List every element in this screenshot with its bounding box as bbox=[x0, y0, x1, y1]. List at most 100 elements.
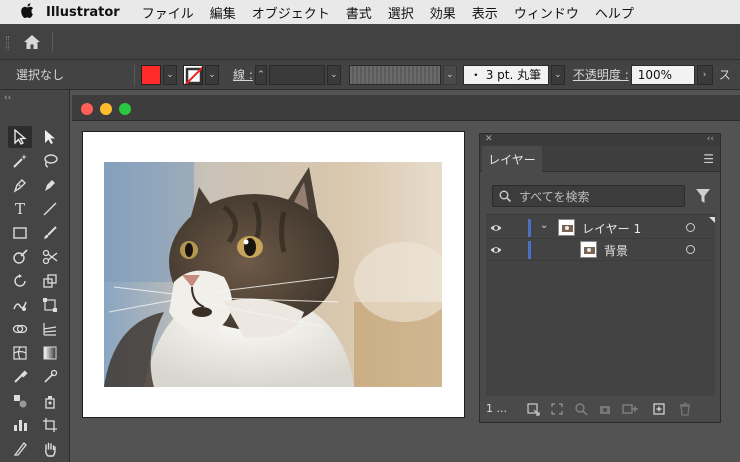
menu-help[interactable]: ヘルプ bbox=[595, 3, 634, 22]
new-sublayer-icon[interactable] bbox=[622, 402, 638, 416]
menu-app-name[interactable]: Illustrator bbox=[46, 5, 120, 20]
paintbrush-tool-icon[interactable] bbox=[38, 222, 62, 244]
opacity-input[interactable]: 100% bbox=[630, 64, 695, 85]
artboard-tool-icon[interactable] bbox=[38, 414, 62, 436]
rotate-tool-icon[interactable] bbox=[8, 270, 32, 292]
lasso-tool-icon[interactable] bbox=[38, 150, 62, 172]
menu-window[interactable]: ウィンドウ bbox=[514, 3, 579, 22]
stroke-weight-dropdown[interactable]: ⌄ bbox=[326, 64, 341, 85]
locate-object-icon[interactable] bbox=[550, 402, 564, 416]
column-graph-tool-icon[interactable] bbox=[8, 414, 32, 436]
menu-view[interactable]: 表示 bbox=[472, 3, 498, 22]
document-title-bar[interactable] bbox=[72, 95, 740, 121]
close-window-icon[interactable] bbox=[81, 103, 93, 115]
trash-icon[interactable] bbox=[678, 402, 692, 416]
shaper-tool-icon[interactable] bbox=[8, 246, 32, 268]
fill-dropdown[interactable]: ⌄ bbox=[163, 64, 178, 85]
menu-file[interactable]: ファイル bbox=[142, 3, 194, 22]
blend-tool-icon[interactable] bbox=[8, 390, 32, 412]
brush-definition[interactable]: ・ 3 pt. 丸筆 bbox=[462, 64, 549, 85]
minimize-window-icon[interactable] bbox=[100, 103, 112, 115]
control-bar: 選択なし ⌄ ⌄ 線 : ⌃ ⌄ ⌄ ・ 3 pt. 丸筆 ⌄ 不透明度 : 1… bbox=[0, 60, 740, 90]
brush-dropdown[interactable]: ⌄ bbox=[550, 64, 565, 85]
tools-panel-header[interactable] bbox=[0, 103, 70, 121]
filter-icon[interactable] bbox=[695, 187, 711, 205]
stroke-swatch[interactable] bbox=[183, 64, 204, 85]
measure-tool-icon[interactable] bbox=[38, 366, 62, 388]
opacity-arrow[interactable]: › bbox=[696, 64, 713, 85]
stroke-dropdown[interactable]: ⌄ bbox=[205, 64, 220, 85]
close-panel-icon[interactable]: ✕ bbox=[485, 134, 493, 144]
direct-selection-tool-icon[interactable] bbox=[38, 126, 62, 148]
layer-row[interactable]: ⌄ レイヤー 1 bbox=[486, 217, 715, 239]
divider bbox=[52, 32, 53, 52]
perspective-grid-tool-icon[interactable] bbox=[38, 318, 62, 340]
layers-list: ⌄ レイヤー 1 背景 bbox=[486, 214, 715, 396]
pen-tool-icon[interactable] bbox=[8, 174, 32, 196]
home-icon[interactable] bbox=[22, 33, 42, 51]
search-icon bbox=[499, 190, 511, 202]
collapse-icon[interactable]: ‹‹ bbox=[4, 93, 11, 103]
free-transform-tool-icon[interactable] bbox=[38, 294, 62, 316]
apple-icon[interactable] bbox=[16, 2, 38, 22]
stroke-weight-input[interactable] bbox=[268, 64, 325, 85]
layer-thumbnail bbox=[558, 219, 575, 236]
chevron-down-icon[interactable]: ⌄ bbox=[540, 220, 548, 231]
zoom-window-icon[interactable] bbox=[119, 103, 131, 115]
style-label: ス bbox=[718, 68, 731, 82]
hand-tool-icon[interactable] bbox=[38, 438, 62, 460]
slice-tool-icon[interactable] bbox=[8, 438, 32, 460]
symbol-sprayer-tool-icon[interactable] bbox=[38, 390, 62, 412]
menu-select[interactable]: 選択 bbox=[388, 3, 414, 22]
sublayer-row[interactable]: 背景 bbox=[486, 239, 715, 261]
profile-dropdown[interactable]: ⌄ bbox=[442, 64, 457, 85]
tab-layers[interactable]: レイヤー bbox=[482, 146, 542, 172]
mesh-tool-icon[interactable] bbox=[8, 342, 32, 364]
warp-tool-icon[interactable] bbox=[8, 294, 32, 316]
object-thumbnail bbox=[580, 241, 597, 258]
collapse-panel-icon[interactable]: ‹‹ bbox=[707, 134, 714, 144]
eye-icon[interactable] bbox=[490, 222, 502, 234]
magic-wand-tool-icon[interactable] bbox=[8, 150, 32, 172]
menu-type[interactable]: 書式 bbox=[346, 3, 372, 22]
selection-status: 選択なし bbox=[16, 68, 65, 82]
grip-handle[interactable] bbox=[6, 36, 9, 50]
clipping-mask-icon[interactable] bbox=[598, 402, 612, 416]
eye-icon[interactable] bbox=[490, 244, 502, 256]
scissors-tool-icon[interactable] bbox=[38, 246, 62, 268]
layer-count: 1 ... bbox=[486, 402, 507, 415]
menu-object[interactable]: オブジェクト bbox=[252, 3, 330, 22]
target-icon[interactable] bbox=[686, 223, 695, 232]
scale-tool-icon[interactable] bbox=[38, 270, 62, 292]
menu-effect[interactable]: 効果 bbox=[430, 3, 456, 22]
rectangle-tool-icon[interactable] bbox=[8, 222, 32, 244]
layer-color-bar bbox=[528, 219, 531, 237]
curvature-tool-icon[interactable] bbox=[38, 174, 62, 196]
tools-panel: ‹‹ T bbox=[0, 90, 70, 462]
new-layer-icon[interactable] bbox=[652, 402, 666, 416]
gradient-tool-icon[interactable] bbox=[38, 342, 62, 364]
shape-builder-tool-icon[interactable] bbox=[8, 318, 32, 340]
menu-edit[interactable]: 編集 bbox=[210, 3, 236, 22]
cat-photo[interactable] bbox=[104, 162, 442, 387]
selection-tool-icon[interactable] bbox=[8, 126, 32, 148]
application-bar bbox=[0, 24, 740, 60]
line-tool-icon[interactable] bbox=[38, 198, 62, 220]
target-icon[interactable] bbox=[686, 245, 695, 254]
layers-search-input[interactable]: すべてを検索 bbox=[492, 185, 685, 207]
stroke-label: 線 : bbox=[233, 68, 253, 82]
panel-menu-icon[interactable]: ☰ bbox=[703, 152, 714, 166]
search-placeholder: すべてを検索 bbox=[519, 189, 590, 204]
layer-name[interactable]: レイヤー 1 bbox=[582, 220, 641, 237]
fill-swatch[interactable] bbox=[141, 64, 162, 85]
eyedropper-tool-icon[interactable] bbox=[8, 366, 32, 388]
layers-panel: ✕ ‹‹ レイヤー ☰ すべてを検索 ⌄ レイヤー 1 背景 1 ... bbox=[479, 133, 721, 423]
object-name[interactable]: 背景 bbox=[604, 242, 628, 259]
panel-header[interactable]: ✕ ‹‹ bbox=[480, 134, 720, 146]
collect-export-icon[interactable] bbox=[526, 402, 540, 416]
type-tool-icon[interactable]: T bbox=[8, 198, 32, 220]
opacity-label[interactable]: 不透明度 : bbox=[573, 66, 629, 83]
variable-width-profile[interactable] bbox=[348, 64, 441, 85]
stroke-weight-stepper[interactable]: ⌃ bbox=[254, 64, 267, 85]
search-icon[interactable] bbox=[574, 402, 588, 416]
